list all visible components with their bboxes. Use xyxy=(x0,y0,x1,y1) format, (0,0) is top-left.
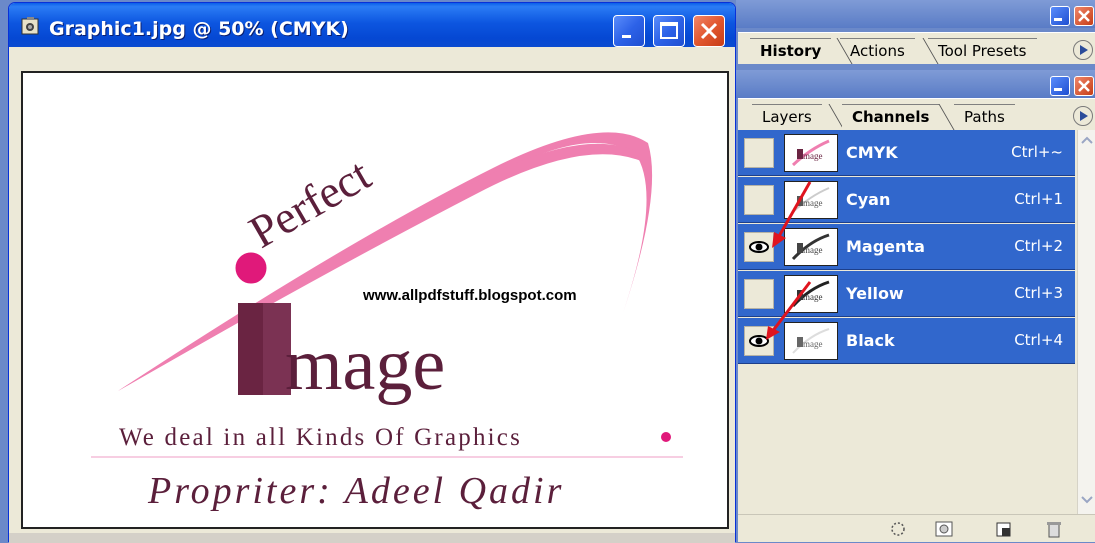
channel-name: Yellow xyxy=(846,284,904,303)
channels-panel-menu-button[interactable] xyxy=(1073,106,1093,126)
load-selection-icon[interactable] xyxy=(888,520,908,538)
image-canvas[interactable]: Perfect mage We deal in all Kinds Of Gra… xyxy=(21,71,729,529)
document-window: Graphic1.jpg @ 50% (CMYK) Perfect mage W… xyxy=(8,2,736,543)
history-tabstrip: History Actions Tool Presets xyxy=(738,32,1095,64)
minimize-icon xyxy=(622,35,631,38)
document-titlebar[interactable]: Graphic1.jpg @ 50% (CMYK) xyxy=(9,3,735,47)
minimize-icon xyxy=(1054,88,1062,91)
photoshop-document-icon xyxy=(21,17,39,35)
logo-proprietor: Propriter: Adeel Qadir xyxy=(147,470,564,512)
channels-scrollbar[interactable] xyxy=(1077,130,1095,514)
history-panel-titlebar[interactable] xyxy=(736,0,1095,28)
channel-name: CMYK xyxy=(846,143,898,162)
channel-thumbnail: mage xyxy=(784,275,838,313)
visibility-toggle[interactable] xyxy=(744,138,774,168)
tab-layers[interactable]: Layers xyxy=(752,104,822,130)
tab-actions[interactable]: Actions xyxy=(840,38,915,64)
save-selection-icon[interactable] xyxy=(934,520,954,538)
close-icon xyxy=(1078,10,1090,22)
channel-name: Magenta xyxy=(846,237,925,256)
minimize-button[interactable] xyxy=(613,15,645,47)
channel-shortcut: Ctrl+3 xyxy=(1014,284,1063,302)
channels-panel-footer xyxy=(738,514,1095,542)
maximize-icon xyxy=(660,22,678,39)
close-icon xyxy=(1078,80,1090,92)
history-panel-minimize-button[interactable] xyxy=(1050,6,1070,26)
visibility-toggle[interactable] xyxy=(744,326,774,356)
svg-text:mage: mage xyxy=(803,245,823,255)
channel-thumbnail: mage xyxy=(784,181,838,219)
scroll-down-icon[interactable] xyxy=(1078,490,1095,510)
history-panel-close-button[interactable] xyxy=(1074,6,1094,26)
document-title: Graphic1.jpg @ 50% (CMYK) xyxy=(49,18,349,40)
logo-dot xyxy=(232,249,270,287)
channel-shortcut: Ctrl+1 xyxy=(1014,190,1063,208)
visibility-toggle[interactable] xyxy=(744,232,774,262)
channels-tabstrip: Layers Channels Paths xyxy=(738,98,1095,130)
svg-text:mage: mage xyxy=(803,151,823,161)
channel-thumbnail: mage xyxy=(784,322,838,360)
channel-thumbnail: mage xyxy=(784,228,838,266)
channel-row-black[interactable]: mage Black Ctrl+4 xyxy=(738,318,1075,364)
channels-list-panel: mage CMYK Ctrl+~ mage Cyan Ctrl+1 mage M… xyxy=(738,130,1095,542)
channel-shortcut: Ctrl+4 xyxy=(1014,331,1063,349)
channel-shortcut: Ctrl+2 xyxy=(1014,237,1063,255)
channel-row-cmyk[interactable]: mage CMYK Ctrl+~ xyxy=(738,130,1075,176)
channels-panel-close-button[interactable] xyxy=(1074,76,1094,96)
watermark-text: www.allpdfstuff.blogspot.com xyxy=(363,287,577,304)
tab-tool-presets[interactable]: Tool Presets xyxy=(928,38,1037,64)
svg-text:mage: mage xyxy=(803,339,823,349)
panel-dock: History Actions Tool Presets Layers Chan… xyxy=(736,0,1095,542)
channel-shortcut: Ctrl+~ xyxy=(1011,143,1063,161)
eye-icon xyxy=(749,335,769,347)
play-triangle-icon xyxy=(1080,45,1088,55)
eye-icon xyxy=(749,241,769,253)
close-button[interactable] xyxy=(693,15,725,47)
channel-name: Black xyxy=(846,331,895,350)
history-panel-menu-button[interactable] xyxy=(1073,40,1093,60)
svg-text:mage: mage xyxy=(803,198,823,208)
logo-word-image: mage xyxy=(285,324,445,406)
close-icon xyxy=(700,22,718,40)
canvas-area: Perfect mage We deal in all Kinds Of Gra… xyxy=(9,47,735,543)
channels-panel-titlebar[interactable] xyxy=(736,70,1095,98)
channel-row-yellow[interactable]: mage Yellow Ctrl+3 xyxy=(738,271,1075,317)
tab-paths[interactable]: Paths xyxy=(954,104,1015,130)
logo-tagline: We deal in all Kinds Of Graphics xyxy=(119,424,522,451)
visibility-toggle[interactable] xyxy=(744,185,774,215)
tab-channels[interactable]: Channels xyxy=(842,104,940,130)
channels-panel-minimize-button[interactable] xyxy=(1050,76,1070,96)
minimize-icon xyxy=(1054,18,1062,21)
tab-separator xyxy=(938,104,955,130)
scroll-up-icon[interactable] xyxy=(1078,130,1095,150)
channel-row-cyan[interactable]: mage Cyan Ctrl+1 xyxy=(738,177,1075,223)
new-channel-icon[interactable] xyxy=(994,520,1014,538)
tagline-dot xyxy=(661,432,671,442)
visibility-toggle[interactable] xyxy=(744,279,774,309)
channel-name: Cyan xyxy=(846,190,891,209)
channel-row-magenta[interactable]: mage Magenta Ctrl+2 xyxy=(738,224,1075,270)
play-triangle-icon xyxy=(1080,111,1088,121)
logo-word-perfect: Perfect xyxy=(241,148,379,257)
trash-icon[interactable] xyxy=(1044,520,1064,538)
maximize-button[interactable] xyxy=(653,15,685,47)
svg-text:mage: mage xyxy=(803,292,823,302)
channel-thumbnail: mage xyxy=(784,134,838,172)
tab-history[interactable]: History xyxy=(750,38,832,64)
